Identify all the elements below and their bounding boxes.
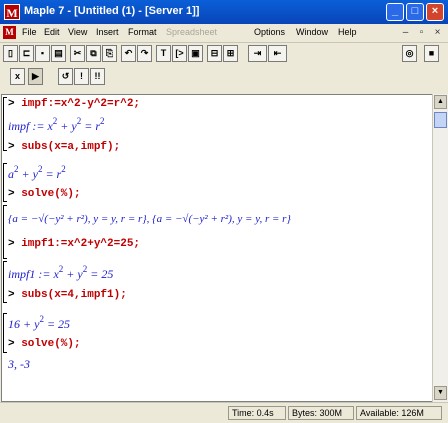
menu-spreadsheet: Spreadsheet: [166, 27, 218, 37]
output-2: a2 + y2 = r2: [8, 164, 66, 181]
paste-icon[interactable]: ⎘: [102, 45, 117, 62]
mdi-close-icon[interactable]: ×: [432, 27, 443, 38]
group-bracket[interactable]: [3, 205, 7, 259]
worksheet[interactable]: > impf:=x^2-y^2=r^2; impf := x2 + y2 = r…: [1, 94, 433, 402]
minimize-button[interactable]: _: [386, 3, 404, 21]
group-bracket[interactable]: [3, 313, 7, 353]
menu-help[interactable]: Help: [338, 27, 357, 37]
execute-group-icon[interactable]: x: [10, 68, 25, 85]
group-bracket[interactable]: [3, 97, 7, 151]
input-line-6[interactable]: solve(%);: [21, 338, 80, 350]
document-icon[interactable]: M: [3, 26, 16, 39]
input-line-1[interactable]: impf:=x^2-y^2=r^2;: [21, 98, 140, 110]
status-available: Available: 126M: [356, 406, 442, 420]
menu-options[interactable]: Options: [254, 27, 285, 37]
output-5: 16 + y2 = 25: [8, 314, 71, 331]
help-lookup-icon[interactable]: ◎: [402, 45, 417, 62]
cut-icon[interactable]: ✂: [70, 45, 85, 62]
output-3: {a = −√(−y² + r²), y = y, r = r}, {a = −…: [8, 213, 291, 225]
collapse-section-icon[interactable]: ⊟: [207, 45, 222, 62]
status-bytes: Bytes: 300M: [288, 406, 354, 420]
vertical-scrollbar[interactable]: ▲ ▼: [432, 94, 448, 402]
expand-section-icon[interactable]: ⊞: [223, 45, 238, 62]
execute-icon[interactable]: !: [74, 68, 89, 85]
open-file-icon[interactable]: ⊏: [19, 45, 34, 62]
menu-window[interactable]: Window: [296, 27, 328, 37]
menu-format[interactable]: Format: [128, 27, 157, 37]
outdent-icon[interactable]: ⇤: [268, 45, 287, 62]
save-file-icon[interactable]: ▪: [35, 45, 50, 62]
title-bar[interactable]: M Maple 7 - [Untitled (1) - [Server 1]] …: [0, 0, 448, 24]
main-toolbar: ▯ ⊏ ▪ ▤ ✂ ⧉ ⎘ ↶ ↷ T [> ▣ ⊟ ⊞ ⇥ ⇤ ◎ ■: [0, 43, 448, 65]
undo-icon[interactable]: ↶: [121, 45, 136, 62]
insert-maple-input-icon[interactable]: [>: [172, 45, 187, 62]
output-6: 3, -3: [8, 357, 30, 371]
prompt: >: [8, 98, 22, 110]
input-line-4[interactable]: impf1:=x^2+y^2=25;: [21, 238, 140, 250]
insert-group-icon[interactable]: ▣: [188, 45, 203, 62]
menu-view[interactable]: View: [68, 27, 87, 37]
context-toolbar: x ▶ ↺ ! !!: [0, 66, 448, 88]
menu-bar: M File Edit View Insert Format Spreadshe…: [0, 24, 448, 43]
input-line-3[interactable]: solve(%);: [21, 188, 80, 200]
maple-app-icon[interactable]: M: [4, 4, 20, 20]
status-bar: Time: 0.4s Bytes: 300M Available: 126M: [0, 402, 448, 423]
print-icon[interactable]: ▤: [51, 45, 66, 62]
maximize-button[interactable]: □: [406, 3, 424, 21]
restart-icon[interactable]: ↺: [58, 68, 73, 85]
input-line-5[interactable]: subs(x=4,impf1);: [21, 289, 127, 301]
scroll-down-icon[interactable]: ▼: [434, 386, 447, 400]
menu-insert[interactable]: Insert: [96, 27, 119, 37]
input-line-2[interactable]: subs(x=a,impf);: [21, 141, 120, 153]
palette-icon[interactable]: ▶: [28, 68, 43, 85]
output-1: impf := x2 + y2 = r2: [8, 116, 105, 133]
scroll-thumb[interactable]: [434, 112, 447, 128]
stop-icon[interactable]: ■: [424, 45, 439, 62]
mdi-minimize-icon[interactable]: –: [400, 27, 411, 38]
scroll-up-icon[interactable]: ▲: [434, 95, 447, 109]
copy-icon[interactable]: ⧉: [86, 45, 101, 62]
execute-all-icon[interactable]: !!: [90, 68, 105, 85]
menu-file[interactable]: File: [22, 27, 37, 37]
indent-icon[interactable]: ⇥: [248, 45, 267, 62]
group-bracket[interactable]: [3, 261, 7, 303]
group-bracket[interactable]: [3, 163, 7, 202]
menu-edit[interactable]: Edit: [44, 27, 60, 37]
new-file-icon[interactable]: ▯: [3, 45, 18, 62]
window-title: Maple 7 - [Untitled (1) - [Server 1]]: [24, 5, 200, 17]
output-4: impf1 := x2 + y2 = 25: [8, 264, 114, 281]
insert-text-icon[interactable]: T: [156, 45, 171, 62]
close-button[interactable]: ×: [426, 3, 444, 21]
status-time: Time: 0.4s: [228, 406, 286, 420]
mdi-restore-icon[interactable]: ▫: [416, 27, 427, 38]
redo-icon[interactable]: ↷: [137, 45, 152, 62]
